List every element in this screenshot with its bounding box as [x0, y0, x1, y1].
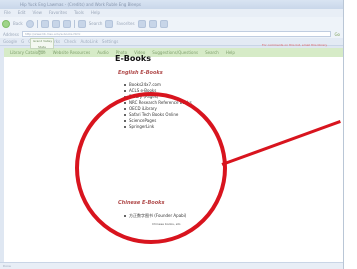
settings-button[interactable]: Settings	[102, 39, 118, 44]
menu-file[interactable]: File	[4, 9, 11, 17]
nav-item-audio[interactable]: Audio	[97, 50, 108, 55]
menu-bar: File Edit View Favorites Tools Help	[0, 9, 343, 17]
stop-icon[interactable]	[40, 19, 49, 28]
menu-help[interactable]: Help	[91, 9, 100, 17]
page-title: E-Books	[115, 54, 151, 63]
contact-note[interactable]: For comments on this list, email this li…	[262, 43, 327, 47]
address-input[interactable]: http://www.lib.msu.edu/e-books.html	[21, 31, 332, 37]
nav-item-search[interactable]: Search	[205, 50, 219, 55]
toolbar-separator	[36, 19, 38, 28]
check-button[interactable]: Check	[64, 39, 76, 44]
search-icon[interactable]	[77, 19, 86, 28]
toolbar-separator	[73, 19, 75, 28]
status-bar: Done	[0, 262, 343, 269]
menu-favorites[interactable]: Favorites	[49, 9, 67, 17]
home-icon[interactable]	[62, 19, 71, 28]
history-icon[interactable]	[137, 19, 146, 28]
menu-edit[interactable]: Edit	[18, 9, 26, 17]
favorites-icon[interactable]	[105, 19, 114, 28]
nav-item-resources[interactable]: Website Resources	[53, 50, 91, 55]
menu-tools[interactable]: Tools	[74, 9, 84, 17]
google-logo[interactable]: Google	[3, 39, 17, 44]
refresh-icon[interactable]	[51, 19, 60, 28]
window-title: Hip Yuck Eng Lawmas - (Credits) and Work…	[0, 0, 343, 9]
go-button[interactable]: Go	[334, 32, 340, 37]
back-icon[interactable]	[2, 19, 10, 28]
nav-item-help[interactable]: Help	[226, 50, 235, 55]
autolink-button[interactable]: AutoLink	[80, 39, 97, 44]
address-label: Address	[3, 31, 19, 37]
address-bar: Address http://www.lib.msu.edu/e-books.h…	[0, 30, 343, 38]
nav-item-suggestions[interactable]: Suggestions/Questions	[152, 50, 198, 55]
menu-view[interactable]: View	[32, 9, 42, 17]
site-nav: Library Catalogue Website Resources Audi…	[4, 48, 343, 57]
back-label[interactable]: Back	[13, 21, 23, 26]
english-section-title: English E-Books	[118, 70, 163, 76]
mail-icon[interactable]	[148, 19, 157, 28]
google-search-button[interactable]: G	[21, 39, 24, 44]
highlight-circle	[75, 92, 227, 244]
toolbar: Back Search Favorites	[0, 17, 343, 30]
bullet-icon	[124, 84, 126, 86]
search-label[interactable]: Search	[89, 21, 103, 26]
bullet-icon	[124, 90, 126, 92]
logo-text: Grand Valley	[33, 39, 53, 43]
forward-icon[interactable]	[25, 19, 34, 28]
favorites-label[interactable]: Favorites	[116, 21, 134, 26]
logo-subtext: State Univ.	[38, 45, 46, 53]
print-icon[interactable]	[159, 19, 168, 28]
site-logo[interactable]: Grand Valley State Univ.	[30, 38, 54, 53]
